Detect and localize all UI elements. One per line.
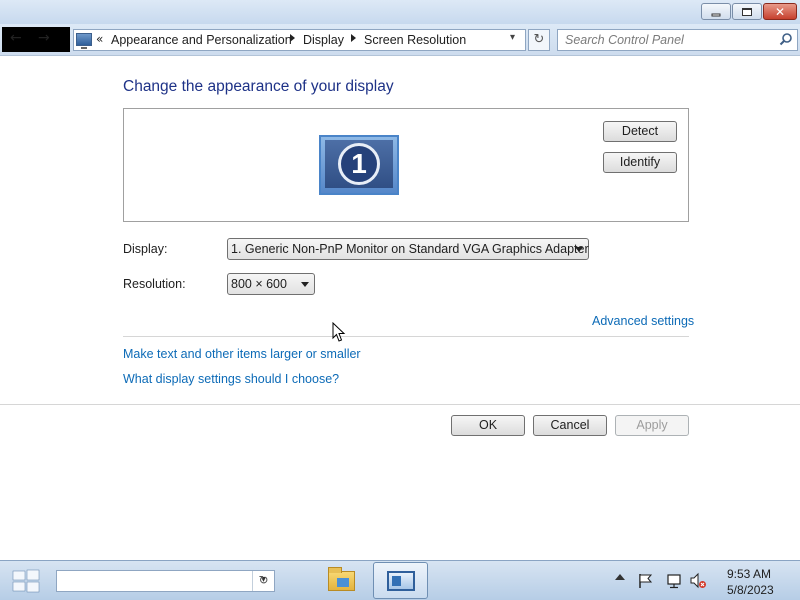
minimize-icon [711, 13, 721, 16]
back-arrow-icon[interactable]: ← [10, 30, 22, 46]
address-dropdown-icon[interactable]: ▾ [510, 32, 515, 43]
display-label: Display: [123, 242, 168, 256]
display-select[interactable]: 1. Generic Non-PnP Monitor on Standard V… [227, 238, 589, 260]
cancel-button[interactable]: Cancel [533, 415, 607, 436]
detect-button[interactable]: Detect [603, 121, 677, 142]
clock-time[interactable]: 9:53 AM [727, 567, 771, 581]
search-box[interactable]: Search Control Panel [557, 29, 798, 51]
nav-arrows: ← → [2, 27, 70, 52]
chevron-down-icon [301, 282, 309, 287]
address-bar[interactable]: « Appearance and Personalization Display… [73, 29, 526, 51]
volume-muted-icon[interactable] [689, 572, 707, 590]
clock-date[interactable]: 5/8/2023 [727, 583, 774, 597]
close-button[interactable]: ✕ [763, 3, 797, 20]
monitor-number: 1 [338, 143, 380, 185]
taskbar-address-input[interactable]: ▾ ↻ [56, 570, 275, 592]
monitor-1-tile[interactable]: 1 [319, 135, 399, 195]
search-placeholder: Search Control Panel [565, 33, 684, 47]
display-select-value: 1. Generic Non-PnP Monitor on Standard V… [231, 242, 589, 256]
refresh-button[interactable]: ↻ [528, 29, 550, 51]
maximize-button[interactable] [732, 3, 762, 20]
search-icon[interactable] [779, 32, 793, 46]
windows-logo-icon[interactable] [12, 569, 40, 593]
display-help-link[interactable]: What display settings should I choose? [123, 372, 339, 386]
breadcrumb-display[interactable]: Display [303, 33, 344, 47]
identify-button[interactable]: Identify [603, 152, 677, 173]
taskbar-control-panel-button[interactable] [373, 562, 428, 599]
action-center-flag-icon[interactable] [637, 572, 655, 590]
advanced-settings-link[interactable]: Advanced settings [592, 314, 694, 328]
control-panel-icon [76, 33, 92, 49]
window-title-bar: ✕ [0, 0, 800, 24]
apply-button[interactable]: Apply [615, 415, 689, 436]
control-panel-icon [387, 571, 415, 591]
chevron-down-icon [575, 247, 583, 252]
refresh-icon[interactable]: ↻ [252, 571, 274, 591]
breadcrumb-screen-resolution[interactable]: Screen Resolution [364, 33, 466, 47]
divider [123, 336, 689, 337]
show-hidden-icons-icon[interactable] [615, 574, 625, 580]
navigation-bar: ← → « Appearance and Personalization Dis… [0, 24, 800, 56]
taskbar-explorer-button[interactable] [314, 562, 369, 599]
ok-button[interactable]: OK [451, 415, 525, 436]
monitor-arrangement-panel: 1 Detect Identify [123, 108, 689, 222]
page-title: Change the appearance of your display [123, 78, 394, 95]
text-size-link[interactable]: Make text and other items larger or smal… [123, 347, 361, 361]
close-icon: ✕ [774, 4, 786, 19]
mouse-cursor-icon [332, 322, 346, 342]
resolution-select-value: 800 × 600 [231, 277, 287, 291]
breadcrumb-appearance[interactable]: Appearance and Personalization [111, 33, 292, 47]
breadcrumb-arrow-icon[interactable] [351, 34, 356, 42]
minimize-button[interactable] [701, 3, 731, 20]
restore-icon [742, 7, 752, 16]
breadcrumb-overflow-icon[interactable]: « [96, 32, 103, 46]
resolution-select[interactable]: 800 × 600 [227, 273, 315, 295]
monitor-screen: 1 [325, 140, 393, 188]
network-icon[interactable] [666, 572, 684, 590]
resolution-label: Resolution: [123, 277, 186, 291]
breadcrumb-arrow-icon[interactable] [290, 34, 295, 42]
divider [0, 404, 800, 405]
forward-arrow-icon[interactable]: → [38, 30, 50, 46]
taskbar: ▾ ↻ 9:53 AM 5/8/2023 [0, 560, 800, 600]
folder-icon [328, 567, 355, 591]
